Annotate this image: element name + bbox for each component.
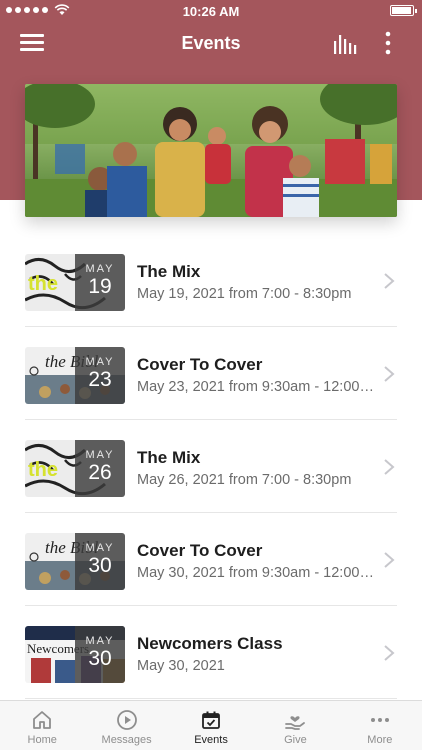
tab-give[interactable]: Give (253, 701, 337, 750)
date-day: 26 (88, 461, 112, 484)
date-badge: MAY 19 (75, 254, 125, 311)
event-title: Newcomers Class (137, 634, 283, 653)
more-icon (370, 718, 389, 722)
event-row[interactable]: Newcomers MAY 30 Newcomers Class May 30,… (25, 606, 397, 699)
date-day: 19 (88, 275, 112, 298)
tab-label: Home (27, 734, 57, 746)
event-thumbnail: Newcomers MAY 30 (25, 626, 125, 683)
event-datetime: May 19, 2021 from 7:00 - 8:30pm (137, 286, 352, 302)
tab-more[interactable]: More (338, 701, 422, 750)
date-day: 30 (88, 647, 112, 670)
date-month: MAY (85, 542, 115, 554)
nav-bar: Events (0, 22, 422, 66)
chevron-right-icon (384, 273, 395, 289)
tab-home[interactable]: Home (0, 701, 84, 750)
tab-label: Messages (101, 734, 152, 746)
date-month: MAY (85, 356, 115, 368)
tab-messages[interactable]: Messages (84, 701, 168, 750)
event-row[interactable]: the Bibl MAY 23 Cover To Cover May 23, 2… (25, 327, 397, 420)
give-icon (285, 716, 306, 730)
page-title: Events (181, 33, 241, 53)
event-title: Cover To Cover (137, 541, 263, 560)
date-badge: MAY 26 (75, 440, 125, 497)
event-datetime: May 23, 2021 from 9:30am - 12:00pm (137, 379, 377, 395)
hero-image (25, 84, 397, 217)
status-time: 10:26 AM (182, 4, 240, 19)
event-datetime: May 30, 2021 (137, 658, 225, 674)
status-bar: 10:26 AM (0, 0, 422, 22)
tab-events[interactable]: Events (169, 701, 253, 750)
event-title: Cover To Cover (137, 355, 263, 374)
event-thumbnail: the MAY 26 (25, 440, 125, 497)
chevron-right-icon (384, 645, 395, 661)
tab-label: Events (194, 734, 228, 746)
date-month: MAY (85, 635, 115, 647)
event-thumbnail: the Bibl MAY 30 (25, 533, 125, 590)
calendar-icon (202, 711, 220, 729)
chevron-right-icon (384, 552, 395, 568)
event-thumbnail: the MAY 19 (25, 254, 125, 311)
svg-text:the: the (28, 459, 58, 481)
date-badge: MAY 30 (75, 533, 125, 590)
date-day: 23 (88, 368, 112, 391)
event-title: The Mix (137, 262, 201, 281)
tab-label: More (367, 734, 393, 746)
battery-icon (390, 5, 417, 16)
event-datetime: May 26, 2021 from 7:00 - 8:30pm (137, 472, 352, 488)
event-row[interactable]: the MAY 26 The Mix May 26, 2021 from 7:0… (25, 420, 397, 513)
chevron-right-icon (384, 366, 395, 382)
event-row[interactable]: the MAY 19 The Mix May 19, 2021 from 7:0… (25, 234, 397, 327)
svg-text:the: the (28, 273, 58, 295)
date-badge: MAY 30 (75, 626, 125, 683)
chevron-right-icon (384, 459, 395, 475)
more-vertical-icon[interactable] (380, 30, 396, 56)
tab-label: Give (284, 734, 307, 746)
play-icon (116, 710, 137, 730)
home-icon (33, 711, 52, 729)
event-thumbnail: the Bibl MAY 23 (25, 347, 125, 404)
tab-bar: Home Messages Events Give More (0, 700, 422, 750)
date-badge: MAY 23 (75, 347, 125, 404)
event-datetime: May 30, 2021 from 9:30am - 12:00pm (137, 565, 377, 581)
event-list: the MAY 19 The Mix May 19, 2021 from 7:0… (0, 234, 422, 699)
event-row[interactable]: the Bibl MAY 30 Cover To Cover May 30, 2… (25, 513, 397, 606)
stats-icon[interactable] (333, 32, 357, 54)
date-month: MAY (85, 449, 115, 461)
date-month: MAY (85, 263, 115, 275)
date-day: 30 (88, 554, 112, 577)
event-title: The Mix (137, 448, 201, 467)
